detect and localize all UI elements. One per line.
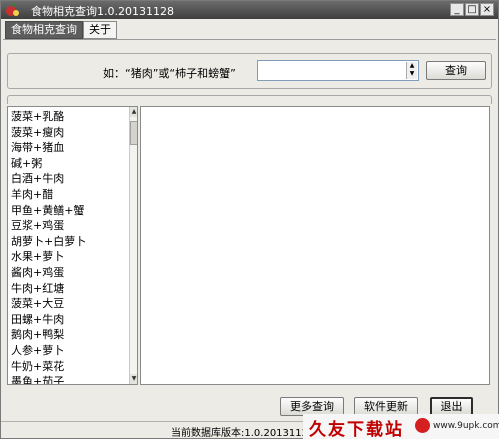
list-item[interactable]: 甲鱼+黄鳝+蟹 xyxy=(11,203,84,218)
list-item[interactable]: 豆浆+鸡蛋 xyxy=(11,218,64,233)
query-hint: 如：“猪肉”或“柿子和螃蟹” xyxy=(103,67,236,80)
scroll-thumb[interactable] xyxy=(130,121,137,145)
list-scrollbar[interactable]: ▲ ▼ xyxy=(129,107,137,384)
query-button[interactable]: 查询 xyxy=(426,61,486,80)
close-button[interactable]: × xyxy=(480,3,494,16)
list-item[interactable]: 牛肉+红塘 xyxy=(11,281,64,296)
maximize-button[interactable]: □ xyxy=(465,3,479,16)
list-item[interactable]: 墨鱼+茄子 xyxy=(11,374,64,384)
query-spinner[interactable]: ▲ ▼ xyxy=(406,62,417,79)
food-combination-list[interactable]: 菠菜+乳酪 菠菜+瘦肉 海带+猪血 碱+粥 白酒+牛肉 羊肉+醋 甲鱼+黄鳝+蟹 豆浆+鸡蛋胡… xyxy=(7,106,138,385)
list-item[interactable]: 水果+萝卜 xyxy=(11,249,64,264)
list-item[interactable]: 菠菜+瘦肉 xyxy=(11,125,64,140)
scroll-up-icon[interactable]: ▲ xyxy=(130,107,137,117)
results-group xyxy=(7,95,492,104)
query-group xyxy=(7,53,492,89)
title-bar[interactable]: 食物相克查询1.0.20131128 _ □ × xyxy=(1,1,498,19)
list-item[interactable]: 菠菜+乳酪 xyxy=(11,109,64,124)
list-item[interactable]: 海带+猪血 xyxy=(11,140,64,155)
query-input[interactable] xyxy=(257,60,419,81)
window-title: 食物相克查询1.0.20131128 xyxy=(31,5,174,18)
tab-about[interactable]: 关于 xyxy=(83,21,117,39)
result-detail-area[interactable] xyxy=(140,106,490,385)
list-item[interactable]: 羊肉+醋 xyxy=(11,187,53,202)
watermark-title: 久友下载站 xyxy=(309,420,404,439)
minimize-button[interactable]: _ xyxy=(450,3,464,16)
list-item[interactable]: 胡萝卜+白萝卜 xyxy=(11,234,86,249)
scroll-down-icon[interactable]: ▼ xyxy=(130,374,137,384)
list-item[interactable]: 鹅肉+鸭梨 xyxy=(11,327,64,342)
list-item[interactable]: 牛奶+菜花 xyxy=(11,359,64,374)
app-window: 食物相克查询1.0.20131128 _ □ × 食物相克查询 关于 如：“猪肉… xyxy=(0,0,499,439)
app-icon xyxy=(6,3,19,16)
watermark-logo-icon xyxy=(415,418,430,433)
watermark-url: www.9upk.com xyxy=(433,421,499,431)
watermark: 久友下载站 www.9upk.com xyxy=(303,414,499,439)
list-item[interactable]: 田螺+牛肉 xyxy=(11,312,64,327)
list-item[interactable]: 碱+粥 xyxy=(11,156,42,171)
list-item[interactable]: 人参+萝卜 xyxy=(11,343,64,358)
list-item[interactable]: 酱肉+鸡蛋 xyxy=(11,265,64,280)
database-version-status: 当前数据库版本:1.0.20131128 xyxy=(171,428,315,439)
list-item[interactable]: 菠菜+大豆 xyxy=(11,296,64,311)
tab-divider xyxy=(3,39,496,40)
list-item[interactable]: 白酒+牛肉 xyxy=(11,171,64,186)
tab-food-query[interactable]: 食物相克查询 xyxy=(5,21,83,39)
